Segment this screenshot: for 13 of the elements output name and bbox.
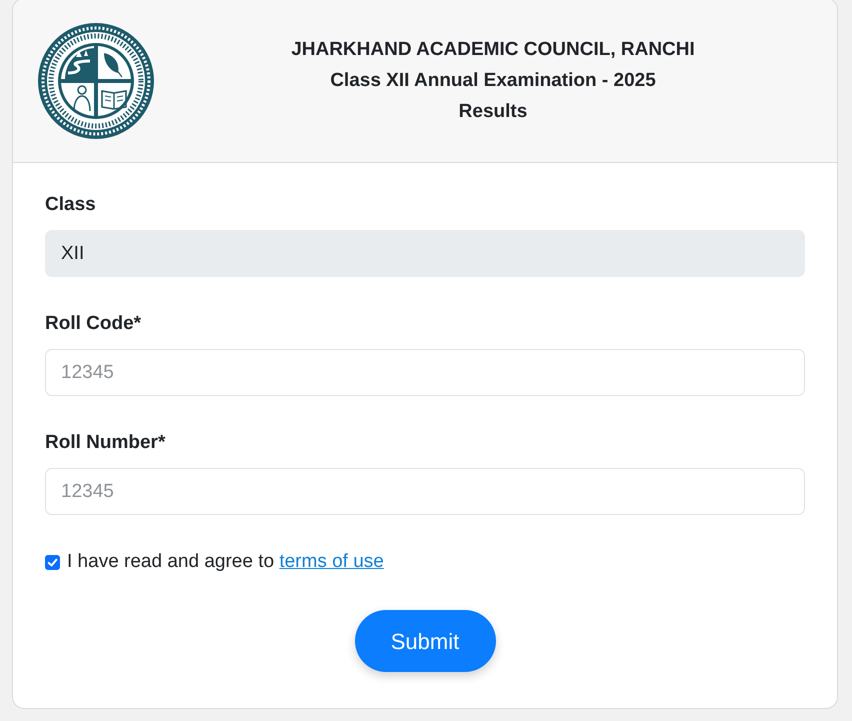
field-label: Roll Code* — [45, 312, 142, 336]
field-label: Roll Number* — [45, 431, 166, 455]
submit-button[interactable]: Submit — [354, 610, 496, 672]
agreement-text: I have read and agree to terms of use — [67, 550, 384, 574]
input-field[interactable]: 12345 — [45, 349, 805, 396]
field-label: Class — [45, 193, 96, 217]
council-title: JHARKHAND ACADEMIC COUNCIL, RANCHI — [291, 38, 695, 62]
exam-subtitle: Class XII Annual Examination - 2025 — [330, 69, 656, 93]
agree-checkbox[interactable] — [45, 554, 60, 570]
terms-link[interactable]: terms of use — [279, 551, 384, 572]
input-field[interactable]: 12345 — [45, 468, 805, 515]
results-heading: Results — [458, 100, 528, 124]
seal-logo-icon — [38, 22, 154, 138]
